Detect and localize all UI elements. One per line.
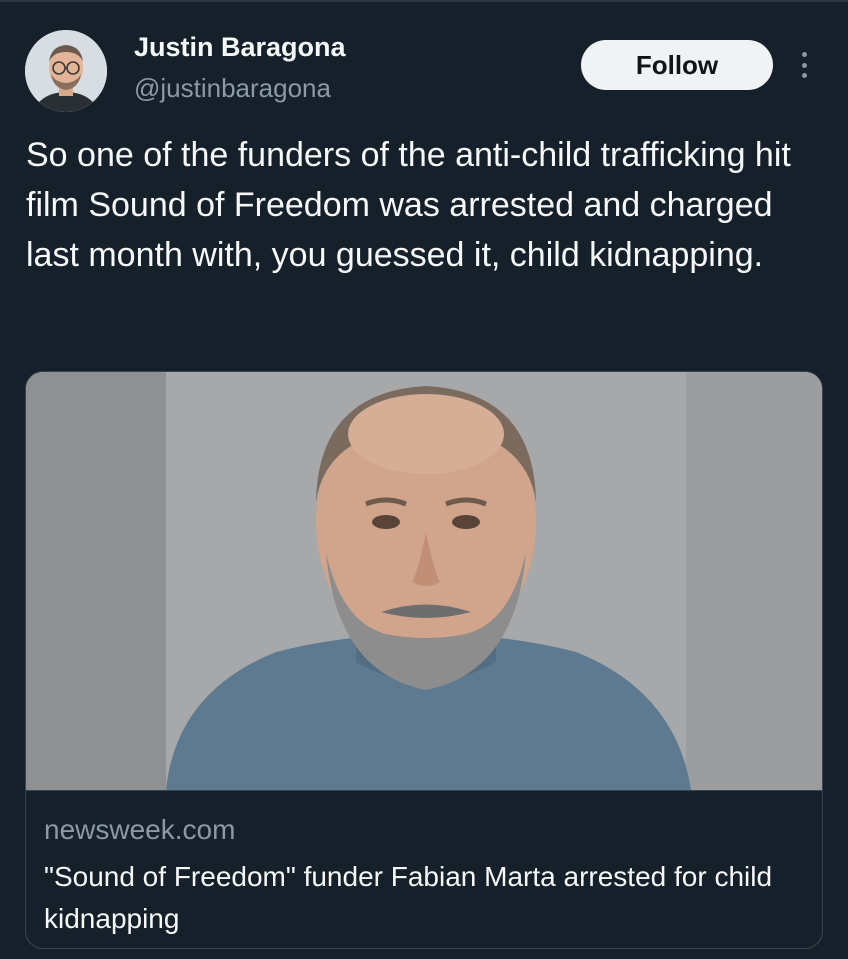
top-divider (0, 0, 848, 2)
author-handle[interactable]: @justinbaragona (134, 73, 331, 104)
card-image (26, 372, 822, 790)
more-dot (801, 73, 807, 78)
card-domain[interactable]: newsweek.com (44, 814, 235, 846)
more-dot (801, 52, 807, 57)
avatar[interactable] (25, 30, 107, 112)
mugshot-photo (26, 372, 822, 790)
more-dot (801, 62, 807, 68)
follow-button[interactable]: Follow (581, 40, 773, 90)
card-divider (26, 790, 822, 791)
author-name[interactable]: Justin Baragona (134, 32, 346, 63)
more-options-icon[interactable] (792, 48, 816, 82)
tweet-text: So one of the funders of the anti-child … (26, 136, 791, 274)
avatar-portrait (25, 30, 107, 112)
link-card[interactable]: newsweek.com "Sound of Freedom" funder F… (25, 371, 823, 949)
card-title[interactable]: "Sound of Freedom" funder Fabian Marta a… (44, 856, 804, 940)
